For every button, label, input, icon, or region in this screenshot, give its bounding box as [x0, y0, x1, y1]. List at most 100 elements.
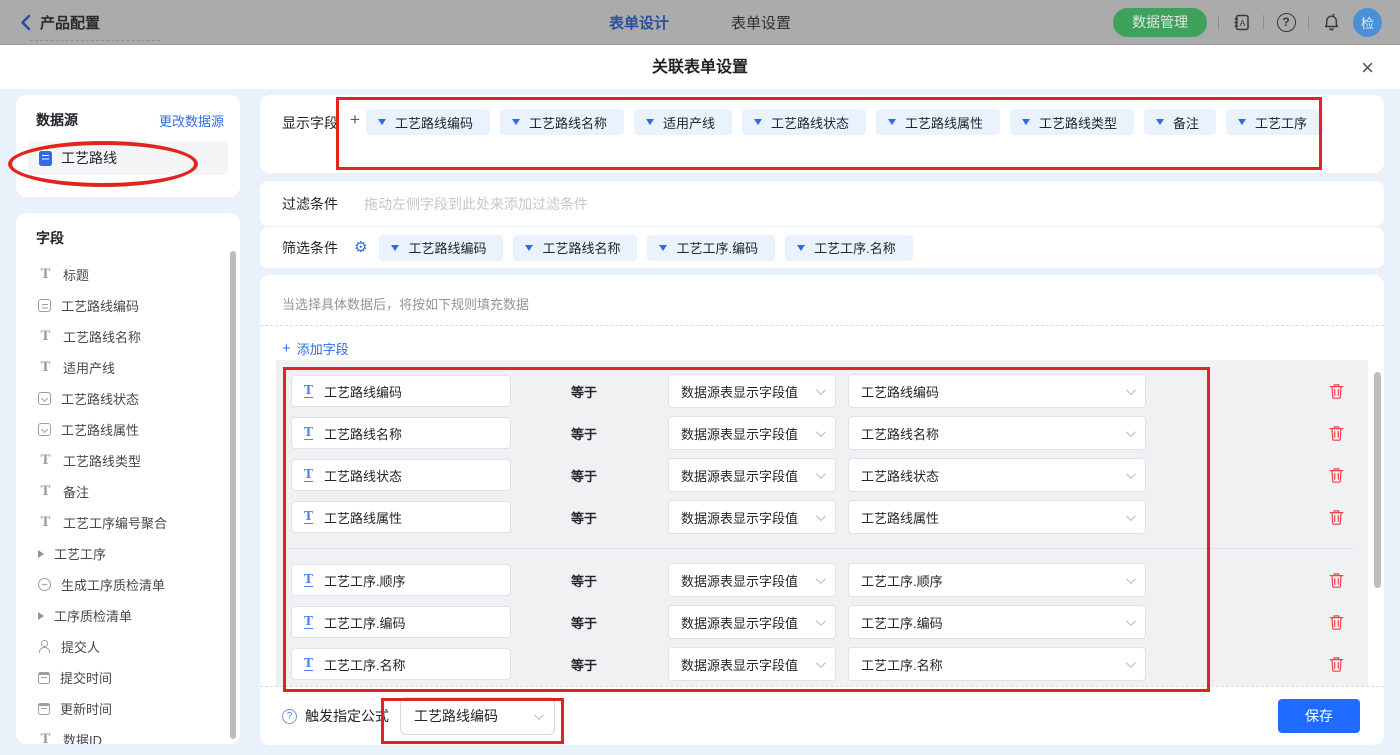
datasource-item[interactable]: 工艺路线 [28, 141, 228, 175]
rule-field-box[interactable]: T 工艺路线状态 [291, 459, 511, 491]
rule-source-dropdown[interactable]: 数据源表显示字段值 [668, 458, 836, 492]
rule-source-dropdown[interactable]: 数据源表显示字段值 [668, 416, 836, 450]
field-tag[interactable]: 备注 [1144, 109, 1217, 135]
delete-row-button[interactable] [1329, 425, 1344, 441]
notification-bell-icon[interactable] [1320, 11, 1342, 33]
field-item-label: 备注 [63, 485, 90, 500]
rule-operator-label: 等于 [571, 615, 598, 631]
text-icon: T [40, 515, 51, 530]
field-list-item[interactable]: 工艺工序 [36, 538, 240, 569]
rules-scrollbar[interactable] [1374, 372, 1381, 588]
field-tag[interactable]: 工艺工序.编码 [647, 234, 776, 261]
save-button[interactable]: 保存 [1278, 699, 1360, 733]
rule-target-label: 工艺路线名称 [861, 426, 940, 442]
field-tag[interactable]: 工艺工序.名称 [785, 234, 913, 261]
field-tag[interactable]: 适用产线 [633, 109, 732, 135]
rule-field-box[interactable]: T 工艺工序.编码 [291, 606, 511, 638]
delete-row-button[interactable] [1329, 614, 1344, 630]
text-icon: T [40, 329, 51, 344]
trigger-help-icon[interactable]: ? [282, 708, 297, 724]
select-condition-label: 筛选条件 [282, 239, 338, 256]
text-icon: T [40, 732, 51, 744]
rule-target-dropdown[interactable]: 工艺路线名称 [848, 416, 1146, 450]
field-list-item[interactable]: 工序质检清单 [36, 600, 240, 631]
field-list-item[interactable]: T 工艺路线类型 [36, 445, 240, 476]
serial-icon [38, 299, 51, 312]
field-tag[interactable]: 工艺路线状态 [741, 109, 866, 135]
add-field-button[interactable]: + 添加字段 [282, 339, 349, 358]
text-field-icon: T [304, 383, 313, 398]
select-condition-panel: 筛选条件 ⚙ 工艺路线编码 工艺路线名称 工艺工序.编码 工艺工序.名称 [260, 227, 1384, 268]
trash-icon [1329, 615, 1344, 630]
rule-source-dropdown[interactable]: 数据源表显示字段值 [668, 374, 836, 408]
rule-field-box[interactable]: T 工艺工序.名称 [291, 648, 511, 680]
rule-source-dropdown[interactable]: 数据源表显示字段值 [668, 500, 836, 534]
data-manage-button[interactable]: 数据管理 [1113, 7, 1207, 37]
rule-field-box[interactable]: T 工艺路线名称 [291, 417, 511, 449]
rule-target-dropdown[interactable]: 工艺工序.编码 [848, 605, 1146, 639]
divider [1308, 14, 1309, 30]
rule-source-dropdown[interactable]: 数据源表显示字段值 [668, 605, 836, 639]
field-list-item[interactable]: T 标题 [36, 259, 240, 290]
field-list-item[interactable]: T 工艺工序编号聚合 [36, 507, 240, 538]
text-icon: T [40, 453, 51, 468]
chevron-down-icon [815, 510, 826, 521]
field-list-item[interactable]: 提交人 [36, 631, 240, 662]
filter-drop-placeholder[interactable]: 拖动左侧字段到此处来添加过滤条件 [364, 194, 588, 214]
dashed-divider [260, 325, 1384, 326]
field-tag[interactable]: 工艺路线名称 [513, 234, 638, 261]
field-list-item[interactable]: T 适用产线 [36, 352, 240, 383]
help-icon[interactable]: ? [1275, 11, 1297, 33]
rule-target-dropdown[interactable]: 工艺工序.名称 [848, 647, 1146, 681]
field-list-item[interactable]: T 数据ID [36, 724, 240, 744]
field-tag[interactable]: 工艺路线属性 [876, 109, 1001, 135]
chevron-down-icon [815, 468, 826, 479]
rule-field-box[interactable]: T 工艺路线属性 [291, 501, 511, 533]
rule-target-dropdown[interactable]: 工艺路线属性 [848, 500, 1146, 534]
contacts-book-icon[interactable]: A [1230, 11, 1252, 33]
field-list-item[interactable]: 工艺路线状态 [36, 383, 240, 414]
tab-form-settings[interactable]: 表单设置 [731, 12, 791, 33]
close-icon[interactable]: × [1361, 45, 1374, 90]
field-list-item[interactable]: 提交时间 [36, 662, 240, 693]
tab-form-design[interactable]: 表单设计 [609, 12, 669, 33]
rule-source-dropdown[interactable]: 数据源表显示字段值 [668, 563, 836, 597]
field-tag-label: 工艺路线类型 [1039, 115, 1118, 131]
delete-row-button[interactable] [1329, 656, 1344, 672]
field-tag[interactable]: 工艺路线名称 [499, 109, 624, 135]
field-list-item[interactable]: 工艺路线属性 [36, 414, 240, 445]
delete-row-button[interactable] [1329, 572, 1344, 588]
field-list-item[interactable]: 生成工序质检清单 [36, 569, 240, 600]
trigger-field-dropdown[interactable]: 工艺路线编码 [400, 697, 555, 735]
rule-target-dropdown[interactable]: 工艺路线编码 [848, 374, 1146, 408]
rule-field-box[interactable]: T 工艺工序.顺序 [291, 564, 511, 596]
field-tag[interactable]: 工艺路线编码 [379, 234, 504, 261]
field-list-item[interactable]: 更新时间 [36, 693, 240, 724]
add-display-field-button[interactable]: + [350, 109, 360, 173]
field-tag[interactable]: 工艺工序 [1226, 109, 1325, 135]
delete-row-button[interactable] [1329, 467, 1344, 483]
field-list-item[interactable]: T 工艺路线名称 [36, 321, 240, 352]
rule-source-dropdown[interactable]: 数据源表显示字段值 [668, 647, 836, 681]
rule-target-dropdown[interactable]: 工艺工序.顺序 [848, 563, 1146, 597]
rule-field-label: 工艺路线名称 [323, 426, 402, 442]
delete-row-button[interactable] [1329, 383, 1344, 399]
field-tag[interactable]: 工艺路线编码 [365, 109, 490, 135]
topbar: 产品配置 表单设计 表单设置 数据管理 A ? 检 [0, 0, 1400, 45]
field-tag[interactable]: 工艺路线类型 [1010, 109, 1135, 135]
field-tag-label: 适用产线 [662, 115, 715, 131]
fields-scrollbar[interactable] [230, 251, 236, 739]
rule-source-label: 数据源表显示字段值 [681, 615, 799, 631]
rule-field-box[interactable]: T 工艺路线编码 [291, 375, 511, 407]
delete-row-button[interactable] [1329, 509, 1344, 525]
rule-target-dropdown[interactable]: 工艺路线状态 [848, 458, 1146, 492]
field-list-item[interactable]: 工艺路线编码 [36, 290, 240, 321]
rule-operator-label: 等于 [571, 573, 598, 589]
form-doc-icon [39, 150, 52, 166]
gear-icon[interactable]: ⚙ [354, 240, 367, 255]
change-datasource-link[interactable]: 更改数据源 [159, 111, 224, 130]
user-avatar[interactable]: 检 [1353, 7, 1382, 37]
field-list-item[interactable]: T 备注 [36, 476, 240, 507]
display-fields-panel: 显示字段 + 工艺路线编码 工艺路线名称 适用产线 工艺路线状态 工艺路线属性 … [260, 95, 1384, 173]
text-icon: T [40, 484, 51, 499]
